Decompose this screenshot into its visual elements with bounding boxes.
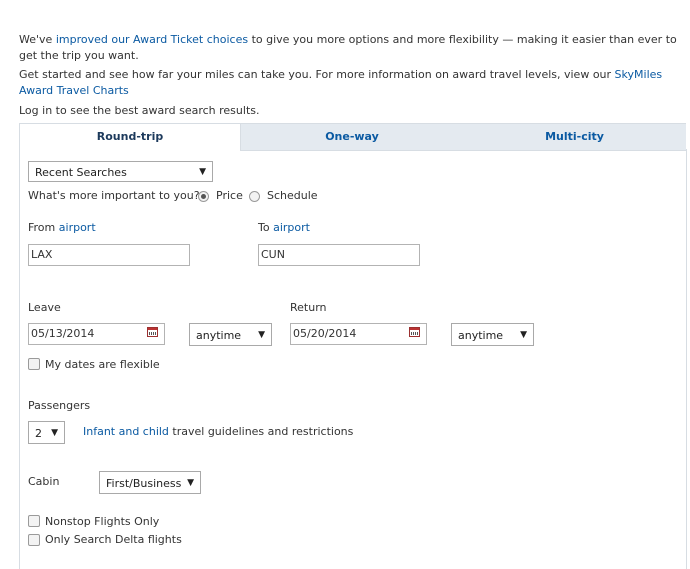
nonstop-label: Nonstop Flights Only — [45, 515, 160, 528]
intro-text: We've — [19, 33, 56, 46]
importance-label: What's more important to you? — [28, 189, 200, 202]
dropdown-arrow-icon: ▼ — [258, 330, 265, 340]
intro-text: Get started and see how far your miles c… — [19, 68, 615, 81]
passengers-value: 2 — [35, 427, 42, 440]
dropdown-arrow-icon: ▼ — [51, 428, 58, 438]
return-time-select[interactable]: anytime ▼ — [451, 323, 534, 346]
login-hint: Log in to see the best award search resu… — [19, 104, 260, 117]
leave-date-input[interactable]: 05/13/2014 — [28, 323, 165, 345]
return-time-value: anytime — [458, 329, 504, 342]
leave-date-value: 05/13/2014 — [31, 327, 95, 340]
leave-time-value: anytime — [196, 329, 242, 342]
passengers-label: Passengers — [28, 399, 91, 412]
dropdown-arrow-icon: ▼ — [199, 167, 206, 177]
passengers-select[interactable]: 2 ▼ — [28, 421, 65, 444]
leave-label: Leave — [28, 301, 61, 314]
delta-only-checkbox[interactable] — [28, 534, 40, 546]
recent-searches-select[interactable]: Recent Searches ▼ — [28, 161, 213, 182]
return-date-input[interactable]: 05/20/2014 — [290, 323, 427, 345]
tab-one-way[interactable]: One-way — [241, 123, 463, 151]
tab-round-trip[interactable]: Round-trip — [19, 123, 241, 151]
price-radio[interactable] — [198, 191, 209, 202]
infant-child-link[interactable]: Infant and child — [83, 425, 169, 438]
infant-text: travel guidelines and restrictions — [168, 425, 354, 438]
to-airport-input[interactable]: CUN — [258, 244, 420, 266]
intro-paragraph-2: Get started and see how far your miles c… — [19, 67, 684, 99]
to-airport-link[interactable]: airport — [273, 221, 310, 234]
nonstop-checkbox[interactable] — [28, 515, 40, 527]
improved-award-link[interactable]: improved our Award Ticket choices — [56, 33, 248, 46]
cabin-select[interactable]: First/Business ▼ — [99, 471, 201, 494]
from-label: From airport — [28, 221, 96, 234]
cabin-value: First/Business — [106, 477, 182, 490]
schedule-label: Schedule — [267, 189, 318, 202]
dropdown-arrow-icon: ▼ — [187, 478, 194, 488]
recent-searches-value: Recent Searches — [35, 166, 127, 179]
tab-multi-city[interactable]: Multi-city — [463, 123, 686, 151]
return-date-value: 05/20/2014 — [293, 327, 357, 340]
to-label-text: To — [258, 221, 270, 234]
delta-only-label: Only Search Delta flights — [45, 533, 182, 546]
trip-type-tabs: Round-trip One-way Multi-city — [19, 123, 686, 151]
calendar-icon[interactable] — [147, 327, 158, 337]
schedule-radio[interactable] — [249, 191, 260, 202]
return-label: Return — [290, 301, 327, 314]
from-label-text: From — [28, 221, 56, 234]
dropdown-arrow-icon: ▼ — [520, 330, 527, 340]
to-label: To airport — [258, 221, 310, 234]
leave-time-select[interactable]: anytime ▼ — [189, 323, 272, 346]
flexible-dates-checkbox[interactable] — [28, 358, 40, 370]
flexible-dates-label: My dates are flexible — [45, 358, 160, 371]
from-airport-link[interactable]: airport — [59, 221, 96, 234]
intro-paragraph-1: We've improved our Award Ticket choices … — [19, 32, 684, 64]
price-label: Price — [216, 189, 243, 202]
cabin-label: Cabin — [28, 475, 60, 488]
infant-guidelines: Infant and child travel guidelines and r… — [83, 425, 353, 438]
from-airport-input[interactable]: LAX — [28, 244, 190, 266]
calendar-icon[interactable] — [409, 327, 420, 337]
